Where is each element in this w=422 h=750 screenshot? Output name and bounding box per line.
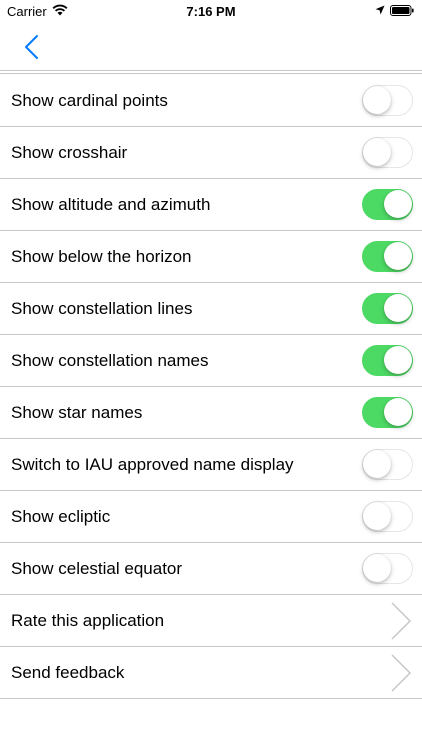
settings-row-label: Show celestial equator bbox=[11, 559, 183, 578]
status-time: 7:16 PM bbox=[186, 4, 236, 19]
settings-row: Show ecliptic bbox=[0, 491, 422, 543]
toggle-switch[interactable] bbox=[362, 397, 413, 428]
settings-row: Show star names bbox=[0, 387, 422, 439]
settings-row-label: Show cardinal points bbox=[11, 91, 168, 110]
settings-row: Show below the horizon bbox=[0, 231, 422, 283]
toggle-switch[interactable] bbox=[362, 85, 413, 116]
settings-row-label: Show below the horizon bbox=[11, 247, 192, 266]
settings-row-label: Show constellation names bbox=[11, 351, 209, 370]
settings-row-label: Show ecliptic bbox=[11, 507, 111, 526]
toggle-switch[interactable] bbox=[362, 501, 413, 532]
settings-row-label: Rate this application bbox=[11, 611, 165, 630]
toggle-knob bbox=[363, 450, 391, 478]
settings-row-label: Show altitude and azimuth bbox=[11, 195, 211, 214]
toggle-knob bbox=[384, 190, 412, 218]
toggle-switch[interactable] bbox=[362, 553, 413, 584]
settings-row-label: Show star names bbox=[11, 403, 143, 422]
toggle-knob bbox=[363, 502, 391, 530]
toggle-knob bbox=[384, 242, 412, 270]
settings-row-label: Switch to IAU approved name display bbox=[11, 455, 294, 474]
chevron-right-icon bbox=[391, 602, 412, 640]
nav-divider bbox=[0, 73, 422, 74]
location-arrow-icon bbox=[375, 5, 385, 15]
chevron-left-icon[interactable] bbox=[22, 34, 40, 60]
toggle-switch[interactable] bbox=[362, 345, 413, 376]
settings-list: Show cardinal points Show crosshair Show a… bbox=[0, 75, 422, 699]
settings-row: Show crosshair bbox=[0, 127, 422, 179]
settings-row: Show constellation lines bbox=[0, 283, 422, 335]
battery-icon bbox=[390, 5, 414, 16]
settings-row: Show celestial equator bbox=[0, 543, 422, 595]
settings-row[interactable]: Rate this application bbox=[0, 595, 422, 647]
settings-row: Show constellation names bbox=[0, 335, 422, 387]
toggle-switch[interactable] bbox=[362, 449, 413, 480]
toggle-switch[interactable] bbox=[362, 189, 413, 220]
toggle-knob bbox=[363, 554, 391, 582]
toggle-switch[interactable] bbox=[362, 293, 413, 324]
toggle-knob bbox=[384, 346, 412, 374]
toggle-switch[interactable] bbox=[362, 137, 413, 168]
navigation-bar bbox=[0, 22, 422, 71]
settings-row-label: Show crosshair bbox=[11, 143, 128, 162]
settings-row: Show altitude and azimuth bbox=[0, 179, 422, 231]
toggle-knob bbox=[384, 398, 412, 426]
settings-row: Switch to IAU approved name display bbox=[0, 439, 422, 491]
chevron-right-icon bbox=[391, 654, 412, 692]
status-bar: Carrier 7:16 PM bbox=[0, 0, 422, 22]
settings-row[interactable]: Send feedback bbox=[0, 647, 422, 699]
toggle-switch[interactable] bbox=[362, 241, 413, 272]
toggle-knob bbox=[363, 138, 391, 166]
settings-row-label: Show constellation lines bbox=[11, 299, 193, 318]
toggle-knob bbox=[384, 294, 412, 322]
settings-row-label: Send feedback bbox=[11, 663, 125, 682]
toggle-knob bbox=[363, 86, 391, 114]
settings-row: Show cardinal points bbox=[0, 75, 422, 127]
